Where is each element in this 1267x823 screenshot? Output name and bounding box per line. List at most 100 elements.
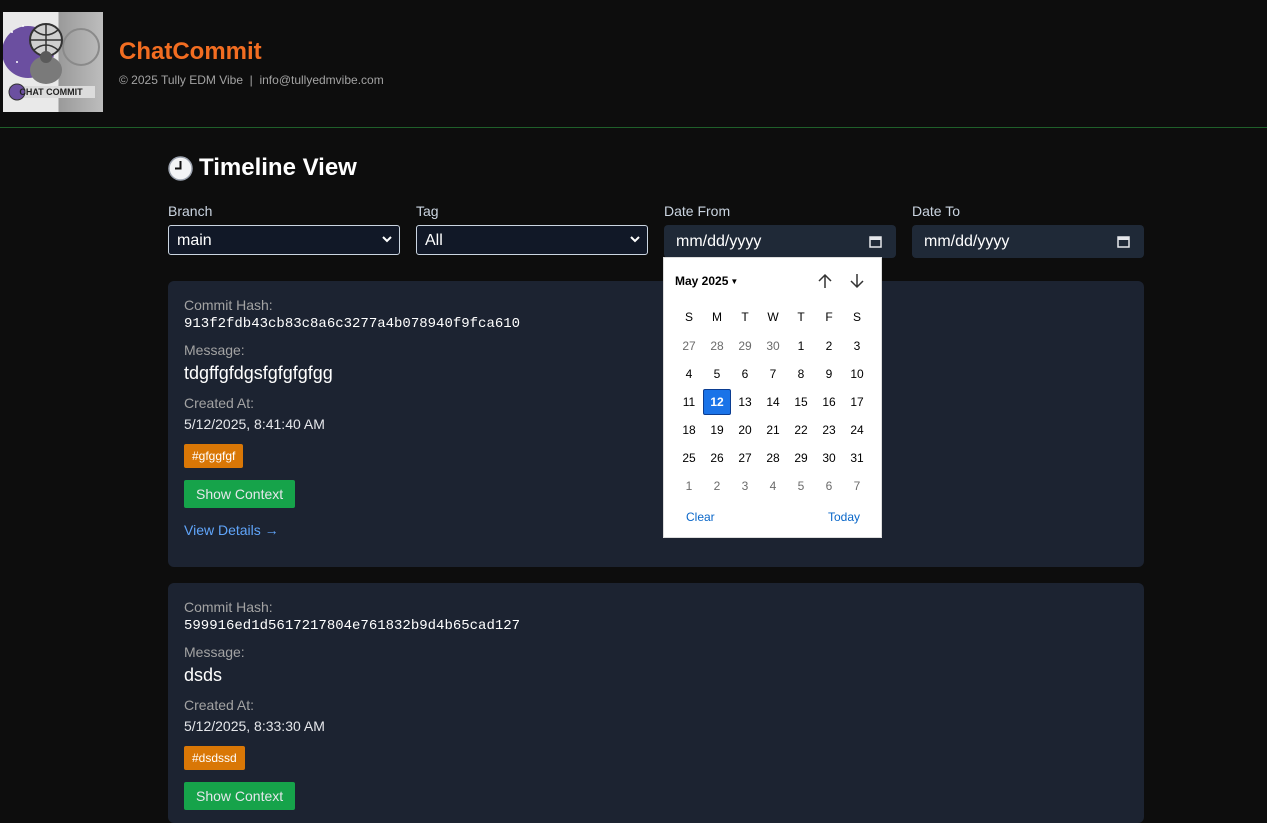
clock-icon <box>168 155 193 181</box>
tag-filter: Tag All <box>416 203 648 255</box>
created-at-label: Created At: <box>184 395 255 411</box>
weekday-header: S <box>852 310 861 324</box>
calendar-day[interactable]: 29 <box>731 333 759 359</box>
calendar-day[interactable]: 9 <box>815 361 843 387</box>
branch-select[interactable]: main <box>168 225 400 255</box>
calendar-day[interactable]: 25 <box>675 445 703 471</box>
calendar-day[interactable]: 10 <box>843 361 871 387</box>
month-selector[interactable]: May 2025 ▼ <box>675 274 738 288</box>
calendar-icon[interactable] <box>869 235 882 248</box>
weekday-header: W <box>767 310 779 324</box>
calendar-day[interactable]: 14 <box>759 389 787 415</box>
show-context-button[interactable]: Show Context <box>184 782 296 810</box>
calendar-day[interactable]: 11 <box>675 389 703 415</box>
calendar-day[interactable]: 5 <box>703 361 731 387</box>
tag-label: Tag <box>416 203 439 219</box>
commit-hash-label: Commit Hash: <box>184 599 273 615</box>
calendar-day[interactable]: 15 <box>787 389 815 415</box>
chevron-down-icon <box>630 236 640 243</box>
calendar-day[interactable]: 4 <box>759 473 787 499</box>
weekday-header: S <box>684 310 693 324</box>
calendar-day[interactable]: 23 <box>815 417 843 443</box>
calendar-day[interactable]: 18 <box>675 417 703 443</box>
created-at-label: Created At: <box>184 697 255 713</box>
date-to-placeholder: mm/dd/yyyy <box>924 233 1010 250</box>
calendar-day[interactable]: 27 <box>675 333 703 359</box>
weekday-header: T <box>797 310 805 324</box>
calendar-day[interactable]: 1 <box>787 333 815 359</box>
tag-select[interactable]: All <box>416 225 648 255</box>
calendar-day[interactable]: 5 <box>787 473 815 499</box>
commit-message: dsds <box>184 665 223 685</box>
calendar-day[interactable]: 12 <box>703 389 731 415</box>
weekday-header: F <box>825 310 833 324</box>
created-at-value: 5/12/2025, 8:33:30 AM <box>184 718 325 734</box>
calendar-day[interactable]: 7 <box>759 361 787 387</box>
today-button[interactable]: Today <box>828 510 860 524</box>
date-from-placeholder: mm/dd/yyyy <box>676 233 762 250</box>
app-title: ChatCommit <box>119 38 262 65</box>
caret-down-icon: ▼ <box>730 277 739 286</box>
calendar-day[interactable]: 17 <box>843 389 871 415</box>
calendar-day[interactable]: 16 <box>815 389 843 415</box>
calendar-day[interactable]: 7 <box>843 473 871 499</box>
clear-button[interactable]: Clear <box>686 510 715 524</box>
calendar-day[interactable]: 20 <box>731 417 759 443</box>
calendar-day[interactable]: 30 <box>759 333 787 359</box>
calendar-day[interactable]: 3 <box>843 333 871 359</box>
calendar-day[interactable]: 30 <box>815 445 843 471</box>
page-title-text: Timeline View <box>199 154 357 181</box>
calendar-day[interactable]: 2 <box>815 333 843 359</box>
commit-hash: 913f2fdb43cb83c8a6c3277a4b078940f9fca610 <box>184 316 521 332</box>
commit-hash-label: Commit Hash: <box>184 297 273 313</box>
calendar-day[interactable]: 24 <box>843 417 871 443</box>
calendar-day[interactable]: 28 <box>703 333 731 359</box>
svg-text:CHAT COMMIT: CHAT COMMIT <box>19 87 83 97</box>
show-context-button[interactable]: Show Context <box>184 480 296 508</box>
message-label: Message: <box>184 644 245 660</box>
tag-badge[interactable]: #dsdssd <box>184 746 245 770</box>
chevron-down-icon <box>382 236 392 243</box>
calendar-day[interactable]: 29 <box>787 445 815 471</box>
calendar-day[interactable]: 3 <box>731 473 759 499</box>
app-header: CHAT COMMIT ChatCommit © 2025 Tully EDM … <box>0 0 1267 128</box>
branch-label: Branch <box>168 203 213 219</box>
page-title: Timeline View <box>168 154 357 182</box>
date-to-filter: Date To mm/dd/yyyy <box>912 203 1144 258</box>
date-from-input[interactable]: mm/dd/yyyy <box>664 225 896 258</box>
weekday-header: T <box>741 310 749 324</box>
calendar-day[interactable]: 1 <box>675 473 703 499</box>
calendar-day[interactable]: 19 <box>703 417 731 443</box>
commit-card: Commit Hash: 599916ed1d5617217804e761832… <box>168 583 1144 823</box>
app-copyright: © 2025 Tully EDM Vibe | info@tullyedmvib… <box>119 73 384 87</box>
commit-message: tdgffgfdgsfgfgfgfgg <box>184 363 333 383</box>
calendar-day[interactable]: 8 <box>787 361 815 387</box>
date-to-input[interactable]: mm/dd/yyyy <box>912 225 1144 258</box>
calendar-day[interactable]: 26 <box>703 445 731 471</box>
weekday-header: M <box>712 310 722 324</box>
date-picker-popup: May 2025 ▼ SMTWTFS 27 28 29 30 1 2 3 4 5 6 7 8 9 10 11 1… <box>663 257 882 538</box>
date-to-label: Date To <box>912 203 960 219</box>
view-details-link[interactable]: View Details → <box>184 522 279 538</box>
commit-card: Commit Hash: 913f2fdb43cb83c8a6c3277a4b0… <box>168 281 1144 567</box>
tag-badge[interactable]: #gfggfgf <box>184 444 244 468</box>
date-from-filter: Date From mm/dd/yyyy <box>664 203 896 258</box>
arrow-down-icon[interactable] <box>848 272 866 290</box>
calendar-icon[interactable] <box>1117 235 1130 248</box>
calendar-day[interactable]: 27 <box>731 445 759 471</box>
message-label: Message: <box>184 342 245 358</box>
arrow-up-icon[interactable] <box>816 272 834 290</box>
month-label: May 2025 <box>675 274 729 288</box>
calendar-day[interactable]: 6 <box>815 473 843 499</box>
app-logo: CHAT COMMIT <box>3 12 103 112</box>
calendar-day[interactable]: 22 <box>787 417 815 443</box>
calendar-day[interactable]: 13 <box>731 389 759 415</box>
calendar-day[interactable]: 31 <box>843 445 871 471</box>
calendar-day[interactable]: 21 <box>759 417 787 443</box>
date-from-label: Date From <box>664 203 731 219</box>
calendar-day[interactable]: 4 <box>675 361 703 387</box>
tag-select-value: All <box>425 232 443 249</box>
calendar-day[interactable]: 28 <box>759 445 787 471</box>
calendar-day[interactable]: 6 <box>731 361 759 387</box>
calendar-day[interactable]: 2 <box>703 473 731 499</box>
